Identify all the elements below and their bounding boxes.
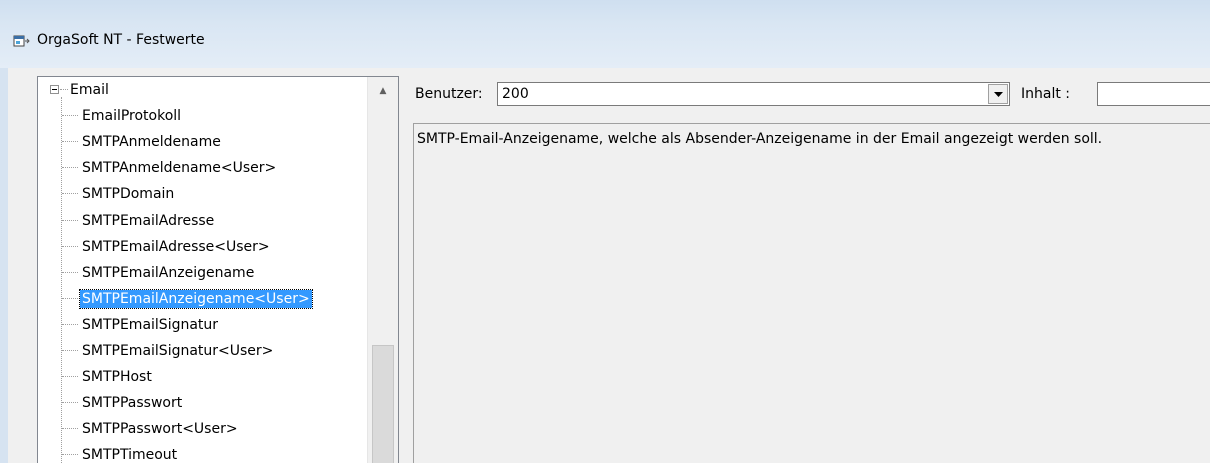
description-text: SMTP-Email-Anzeigename, welche als Absen… — [417, 131, 1103, 147]
tree-item-label[interactable]: SMTPAnmeldename<User> — [80, 159, 278, 177]
tree-item-label[interactable]: EmailProtokoll — [80, 107, 183, 125]
user-label: Benutzer: — [415, 86, 483, 102]
tree-item-label[interactable]: SMTPHost — [80, 368, 154, 386]
tree-connector — [62, 350, 78, 351]
tree-item-label[interactable]: SMTPDomain — [80, 185, 176, 203]
tree-item[interactable]: SMTPPasswort<User> — [38, 416, 368, 442]
tree-connector — [62, 220, 78, 221]
tree-item[interactable]: SMTPDomain — [38, 181, 368, 207]
tree-connector — [62, 298, 78, 299]
scroll-thumb[interactable] — [372, 345, 394, 463]
tree-item[interactable]: SMTPPasswort — [38, 390, 368, 416]
tree-connector — [62, 115, 78, 116]
tree-connector — [62, 272, 78, 273]
tree-connector — [62, 454, 78, 455]
tree-item-label[interactable]: SMTPPasswort<User> — [80, 420, 240, 438]
tree-item[interactable]: SMTPEmailSignatur<User> — [38, 338, 368, 364]
chevron-down-icon — [993, 91, 1003, 97]
description-panel: SMTP-Email-Anzeigename, welche als Absen… — [413, 123, 1210, 463]
tree-item-label[interactable]: SMTPTimeout — [80, 446, 179, 463]
tree-item-label[interactable]: SMTPEmailAdresse — [80, 212, 216, 230]
tree-item-label[interactable]: SMTPEmailAnzeigename — [80, 264, 256, 282]
tree-node-label: Email — [70, 82, 109, 98]
tree-item[interactable]: EmailProtokoll — [38, 103, 368, 129]
tree-connector — [62, 246, 78, 247]
window-title: OrgaSoft NT - Festwerte — [37, 32, 205, 48]
user-combobox[interactable]: 200 — [497, 82, 1010, 106]
tree-item-label[interactable]: SMTPEmailAnzeigename<User> — [79, 289, 313, 309]
tree-item-label[interactable]: SMTPEmailSignatur<User> — [80, 342, 275, 360]
scroll-up-arrow-icon[interactable]: ▲ — [368, 77, 398, 105]
tree-vertical-scrollbar[interactable]: ▲ — [367, 77, 398, 463]
tree-node-email[interactable]: Email — [38, 77, 368, 103]
title-bar: OrgaSoft NT - Festwerte — [0, 0, 1210, 68]
tree-connector — [62, 376, 78, 377]
user-combobox-value[interactable]: 200 — [502, 84, 529, 104]
tree-connector — [62, 193, 78, 194]
tree-item[interactable]: SMTPEmailAdresse — [38, 208, 368, 234]
tree-item[interactable]: SMTPEmailAdresse<User> — [38, 234, 368, 260]
tree-connector — [62, 324, 78, 325]
tree-connector — [62, 402, 78, 403]
tree-item[interactable]: SMTPTimeout — [38, 442, 368, 463]
tree-item-label[interactable]: SMTPEmailSignatur — [80, 316, 220, 334]
tree-connector — [60, 89, 68, 90]
window-frame — [0, 68, 8, 463]
tree-item[interactable]: SMTPAnmeldename — [38, 129, 368, 155]
dropdown-button[interactable] — [988, 84, 1008, 104]
tree-item[interactable]: SMTPAnmeldename<User> — [38, 155, 368, 181]
tree-item[interactable]: SMTPHost — [38, 364, 368, 390]
settings-tree[interactable]: Email EmailProtokoll SMTPAnmeldename SMTPA… — [37, 76, 399, 463]
tree-item-label[interactable]: SMTPPasswort — [80, 394, 184, 412]
tree-item-label[interactable]: SMTPAnmeldename — [80, 133, 223, 151]
inhalt-label: Inhalt : — [1021, 86, 1070, 102]
tree-connector — [62, 141, 78, 142]
tree-item-label[interactable]: SMTPEmailAdresse<User> — [80, 238, 272, 256]
tree-item[interactable]: SMTPEmailAnzeigename<User> — [38, 286, 368, 312]
tree-item[interactable]: SMTPEmailSignatur — [38, 312, 368, 338]
tree-item[interactable]: SMTPEmailAnzeigename — [38, 260, 368, 286]
tree-connector — [62, 167, 78, 168]
collapse-icon[interactable] — [50, 85, 59, 94]
tree-connector — [62, 428, 78, 429]
app-icon[interactable] — [13, 34, 30, 49]
inhalt-input[interactable] — [1097, 82, 1210, 106]
